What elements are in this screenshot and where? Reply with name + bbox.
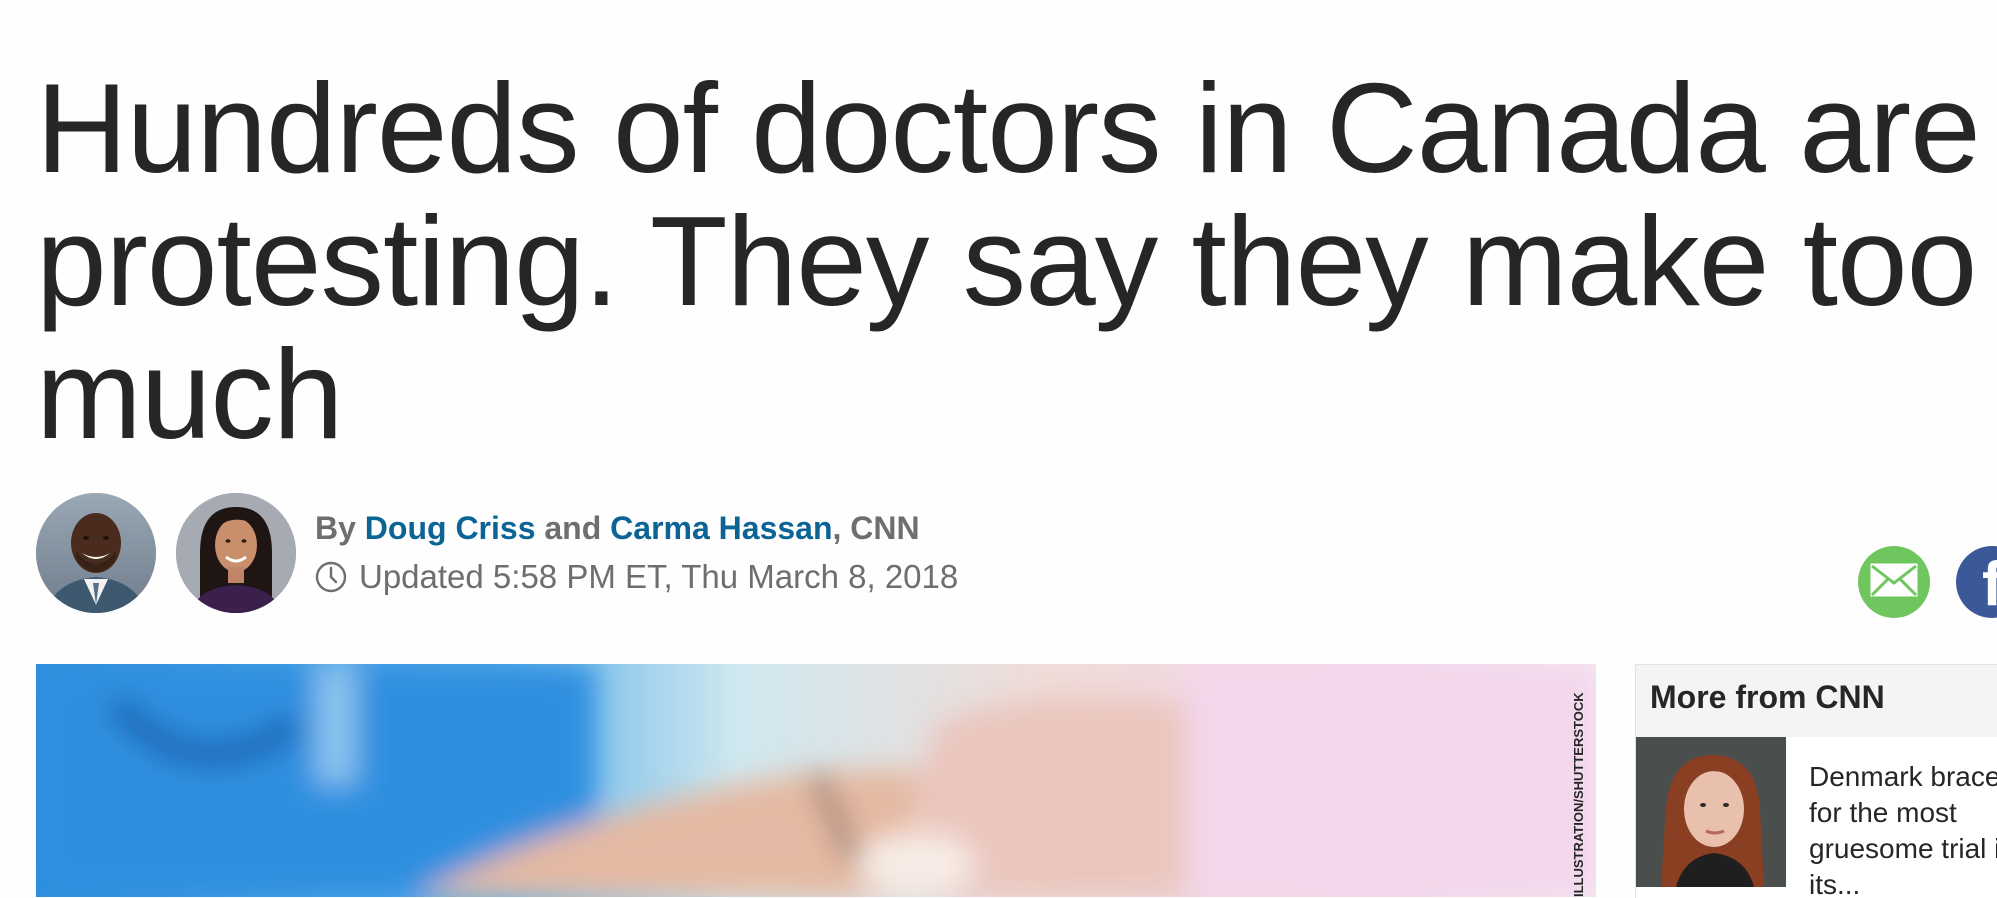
byline-prefix: By [315, 510, 356, 546]
author-link-doug-criss[interactable]: Doug Criss [365, 510, 536, 546]
share-email-button[interactable] [1858, 546, 1930, 618]
image-credit-text: ILLUSTRATION/SHUTTERSTOCK [1571, 692, 1586, 897]
facebook-icon: f [1982, 550, 1997, 618]
envelope-icon [1870, 563, 1918, 602]
clock-icon [315, 561, 347, 593]
author-link-carma-hassan[interactable]: Carma Hassan [610, 510, 832, 546]
more-from-cnn-panel: More from CNN Denmark braces for the mos… [1635, 664, 1997, 898]
article-byline: By Doug Criss and Carma Hassan, CNN [315, 510, 920, 547]
article-timestamp: Updated 5:58 PM ET, Thu March 8, 2018 [315, 558, 958, 596]
author-avatar-doug-criss[interactable] [36, 493, 156, 613]
article-hero-image [36, 664, 1596, 897]
byline-separator: , [832, 510, 842, 546]
article-headline: Hundreds of doctors in Canada are protes… [36, 57, 1981, 465]
share-facebook-button[interactable]: f [1956, 546, 1997, 618]
timestamp-text: Updated 5:58 PM ET, Thu March 8, 2018 [359, 558, 959, 595]
image-credit: ILLUSTRATION/SHUTTERSTOCK [1568, 668, 1590, 897]
more-item-thumbnail[interactable] [1636, 737, 1786, 887]
byline-source: CNN [850, 510, 920, 546]
author-avatar-carma-hassan[interactable] [176, 493, 296, 613]
byline-conjunction: and [544, 510, 602, 546]
more-item-text[interactable]: Denmark braces for the most gruesome tri… [1809, 759, 1997, 898]
more-from-cnn-title: More from CNN [1650, 679, 1885, 715]
more-from-cnn-item[interactable]: Denmark braces for the most gruesome tri… [1636, 737, 1997, 898]
